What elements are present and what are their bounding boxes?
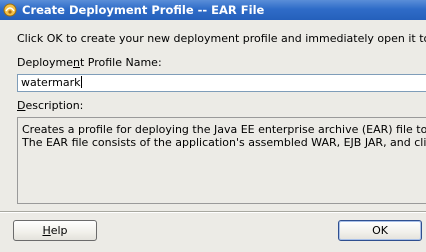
create-deployment-profile-dialog: Create Deployment Profile -- EAR File Cl… — [0, 0, 426, 252]
description-line: The EAR file consists of the application… — [22, 136, 426, 149]
description-label-post: escription: — [25, 99, 84, 112]
jdeveloper-app-icon — [3, 3, 17, 17]
profile-name-input[interactable]: watermark — [17, 74, 426, 92]
profile-name-label: Deployment Profile Name: — [17, 56, 162, 69]
instruction-text: Click OK to create your new deployment p… — [17, 32, 426, 45]
window-title: Create Deployment Profile -- EAR File — [22, 3, 265, 17]
help-button-mnemonic: H — [42, 224, 51, 237]
profile-name-label-post: t Profile Name: — [79, 56, 162, 69]
button-divider — [0, 211, 426, 213]
ok-button-label: OK — [372, 224, 388, 237]
help-button[interactable]: Help — [13, 220, 97, 241]
description-text-area: Creates a profile for deploying the Java… — [17, 117, 426, 204]
title-bar[interactable]: Create Deployment Profile -- EAR File — [0, 0, 426, 20]
description-line: Creates a profile for deploying the Java… — [22, 123, 426, 136]
text-caret — [80, 76, 82, 88]
profile-name-label-mnemonic: n — [73, 56, 80, 69]
profile-name-label-pre: Deployme — [17, 56, 73, 69]
ok-button[interactable]: OK — [338, 220, 422, 241]
profile-name-value: watermark — [21, 76, 81, 89]
help-button-label: elp — [50, 224, 68, 237]
description-label: Description: — [17, 99, 83, 112]
